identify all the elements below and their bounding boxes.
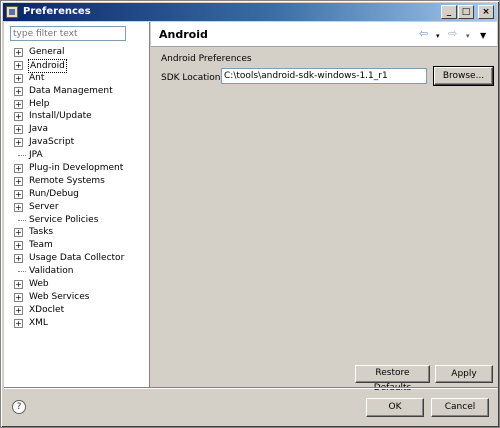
expand-icon[interactable]: + (14, 318, 23, 328)
tree-item-label: JavaScript (29, 137, 75, 148)
expand-icon[interactable]: + (14, 292, 23, 302)
cancel-button[interactable]: Cancel (431, 398, 489, 417)
back-arrow-icon[interactable]: ⇦ (419, 28, 428, 39)
minimize-button[interactable]: _ (441, 5, 457, 19)
tree-item-label: Java (29, 124, 49, 135)
expand-icon[interactable]: + (14, 241, 23, 251)
page-title: Android (159, 28, 208, 41)
help-icon[interactable]: ? (12, 400, 26, 414)
tree-item-label: Data Management (29, 85, 113, 96)
close-button[interactable]: × (478, 5, 494, 19)
expand-icon[interactable]: + (14, 164, 23, 174)
page-header: Android ⇦ ▾ ⇨ ▾ ▼ (151, 22, 497, 47)
apply-button[interactable]: Apply (435, 365, 493, 383)
tree-item-label: Web Services (29, 291, 90, 302)
restore-defaults-button[interactable]: Restore Defaults (355, 365, 430, 393)
preference-tree-panel: + General + Android + Ant + Data Management + Hel… (4, 22, 150, 387)
tree-item-label: Web (29, 279, 49, 290)
tree-item-label: XDoclet (29, 304, 65, 315)
expand-icon[interactable]: + (14, 176, 23, 186)
tree-item-label: Help (29, 98, 50, 109)
preference-page: Android ⇦ ▾ ⇨ ▾ ▼ Android Preferences SD… (151, 22, 497, 393)
footer-separator (4, 387, 498, 389)
tree-item-label: Android (28, 58, 67, 73)
expand-icon[interactable]: + (14, 60, 23, 70)
tree-item-label: Server (29, 201, 59, 212)
tree-item-label: Usage Data Collector (29, 253, 125, 264)
tree-item-label: Ant (29, 72, 45, 83)
tree-item-label: Plug-in Development (29, 163, 124, 174)
sdk-location-label: SDK Location: (161, 73, 224, 83)
expand-icon[interactable]: + (14, 125, 23, 135)
section-label: Android Preferences (161, 54, 252, 64)
title-bar[interactable]: Preferences _ □ × (3, 3, 497, 21)
tree-connector (18, 219, 26, 221)
forward-arrow-icon[interactable]: ⇨ (448, 28, 457, 39)
tree-item-label: General (29, 47, 65, 57)
tree-item-label: Service Policies (29, 214, 99, 225)
expand-icon[interactable]: + (14, 73, 23, 83)
expand-icon[interactable]: + (14, 280, 23, 290)
expand-icon[interactable]: + (14, 48, 23, 57)
expand-icon[interactable]: + (14, 138, 23, 148)
expand-icon[interactable]: + (14, 202, 23, 212)
tree-item-label: XML (29, 317, 48, 328)
tree-item-label: Tasks (29, 227, 54, 238)
tree-item-label: JPA (29, 150, 43, 161)
expand-icon[interactable]: + (14, 86, 23, 96)
expand-icon[interactable]: + (14, 189, 23, 199)
tree-item-label: Install/Update (29, 111, 92, 122)
tree-item-label: Team (29, 240, 53, 251)
expand-icon[interactable]: + (14, 254, 23, 264)
filter-input[interactable] (10, 26, 126, 41)
tree-item-label: Remote Systems (29, 175, 105, 186)
tree-connector (18, 271, 26, 273)
preferences-dialog: Preferences _ □ × + General + Android + Ant + D… (0, 0, 500, 428)
sdk-location-input[interactable] (221, 68, 427, 84)
app-icon (6, 6, 18, 18)
back-dropdown-icon[interactable]: ▾ (436, 31, 440, 42)
view-menu-icon[interactable]: ▼ (480, 30, 486, 41)
tree-item-label: Run/Debug (29, 188, 79, 199)
tree-connector (18, 155, 26, 157)
ok-button[interactable]: OK (366, 398, 424, 417)
tree-item-label: Validation (29, 266, 74, 277)
window-title: Preferences (23, 6, 91, 17)
forward-dropdown-icon[interactable]: ▾ (466, 31, 470, 42)
expand-icon[interactable]: + (14, 228, 23, 238)
expand-icon[interactable]: + (14, 112, 23, 122)
maximize-button[interactable]: □ (458, 5, 474, 19)
expand-icon[interactable]: + (14, 305, 23, 315)
expand-icon[interactable]: + (14, 99, 23, 109)
browse-button[interactable]: Browse... (433, 66, 494, 86)
